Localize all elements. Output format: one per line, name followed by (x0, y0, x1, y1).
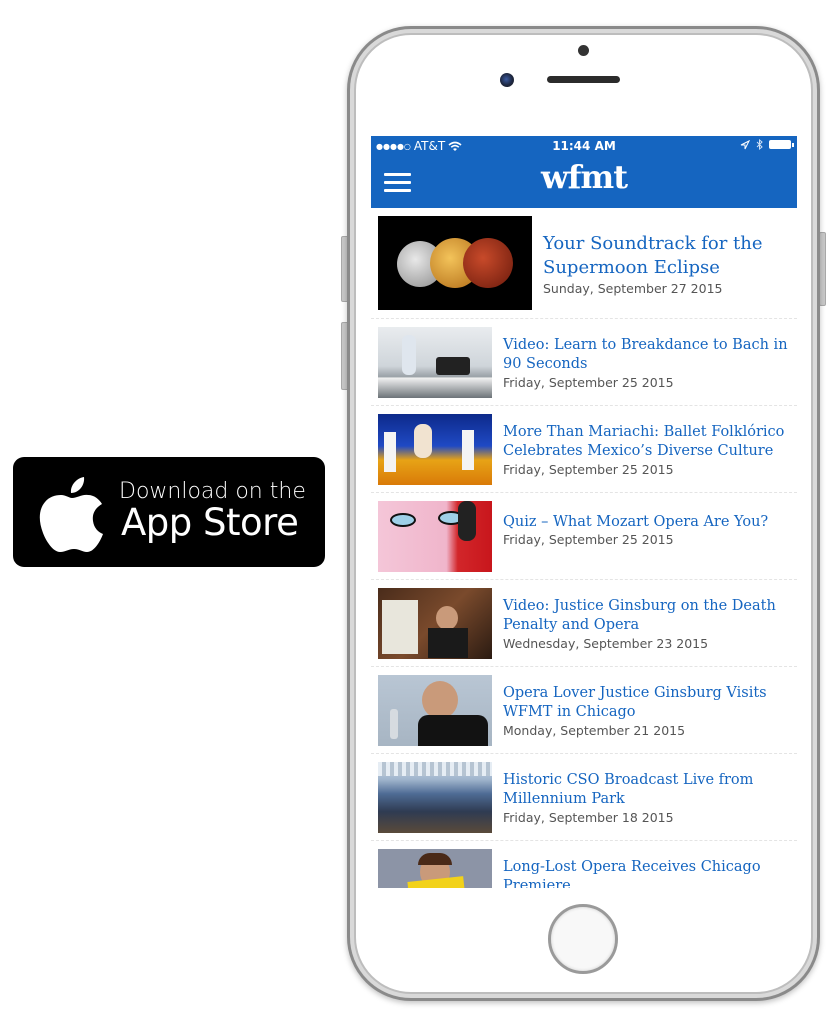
article-date: Friday, September 18 2015 (503, 810, 674, 825)
featured-article-date: Sunday, September 27 2015 (543, 281, 723, 296)
proximity-sensor (578, 45, 589, 56)
list-item[interactable]: Opera Lover Justice Ginsburg Visits WFMT… (371, 667, 797, 754)
article-title[interactable]: Long-Lost Opera Receives Chicago Premier… (503, 858, 791, 888)
apple-logo-icon (39, 477, 103, 552)
article-date: Wednesday, September 23 2015 (503, 636, 709, 651)
wfmt-logo[interactable]: wfmt (371, 158, 797, 196)
front-camera-icon (500, 73, 514, 87)
badge-line-2: App Store (121, 501, 299, 544)
earpiece-speaker (547, 76, 620, 83)
mozart-illustration-image (378, 501, 492, 572)
battery-icon (769, 140, 794, 149)
power-button (819, 232, 826, 306)
article-title[interactable]: Quiz – What Mozart Opera Are You? (503, 513, 791, 532)
opera-score-reader-image (378, 849, 492, 888)
status-bar: ●●●●○ AT&T 11:44 AM (371, 136, 797, 156)
location-arrow-icon (740, 139, 750, 149)
breakdance-piano-image (378, 327, 492, 398)
article-list: Your Soundtrack for the Supermoon Eclips… (371, 208, 797, 888)
status-time: 11:44 AM (552, 139, 616, 153)
app-store-badge[interactable]: Download on the App Store (13, 457, 325, 567)
ballet-folklorico-image (378, 414, 492, 485)
article-title[interactable]: More Than Mariachi: Ballet Folklórico Ce… (503, 423, 791, 461)
list-item[interactable]: More Than Mariachi: Ballet Folklórico Ce… (371, 406, 797, 493)
status-icons (740, 139, 794, 150)
list-item[interactable]: Video: Learn to Breakdance to Bach in 90… (371, 319, 797, 406)
phone-screen: ●●●●○ AT&T 11:44 AM wfmt Your Soundtrack… (371, 136, 797, 888)
article-date: Friday, September 25 2015 (503, 532, 674, 547)
article-title[interactable]: Historic CSO Broadcast Live from Millenn… (503, 771, 791, 809)
featured-article-title[interactable]: Your Soundtrack for the Supermoon Eclips… (543, 232, 789, 280)
article-date: Friday, September 25 2015 (503, 375, 674, 390)
app-header: ●●●●○ AT&T 11:44 AM wfmt (371, 136, 797, 208)
article-title[interactable]: Opera Lover Justice Ginsburg Visits WFMT… (503, 684, 791, 722)
article-title[interactable]: Video: Justice Ginsburg on the Death Pen… (503, 597, 791, 635)
ginsburg-visit-image (378, 675, 492, 746)
featured-article[interactable]: Your Soundtrack for the Supermoon Eclips… (371, 208, 797, 319)
article-date: Monday, September 21 2015 (503, 723, 686, 738)
home-button[interactable] (548, 904, 618, 974)
article-title[interactable]: Video: Learn to Breakdance to Bach in 90… (503, 336, 791, 374)
list-item[interactable]: Historic CSO Broadcast Live from Millenn… (371, 754, 797, 841)
list-item[interactable]: Video: Justice Ginsburg on the Death Pen… (371, 580, 797, 667)
ginsburg-studio-image (378, 588, 492, 659)
bluetooth-icon (756, 139, 763, 150)
millennium-park-image (378, 762, 492, 833)
list-item[interactable]: Long-Lost Opera Receives Chicago Premier… (371, 841, 797, 888)
list-item[interactable]: Quiz – What Mozart Opera Are You? Friday… (371, 493, 797, 580)
article-date: Friday, September 25 2015 (503, 462, 674, 477)
supermoon-eclipse-image (378, 216, 532, 310)
